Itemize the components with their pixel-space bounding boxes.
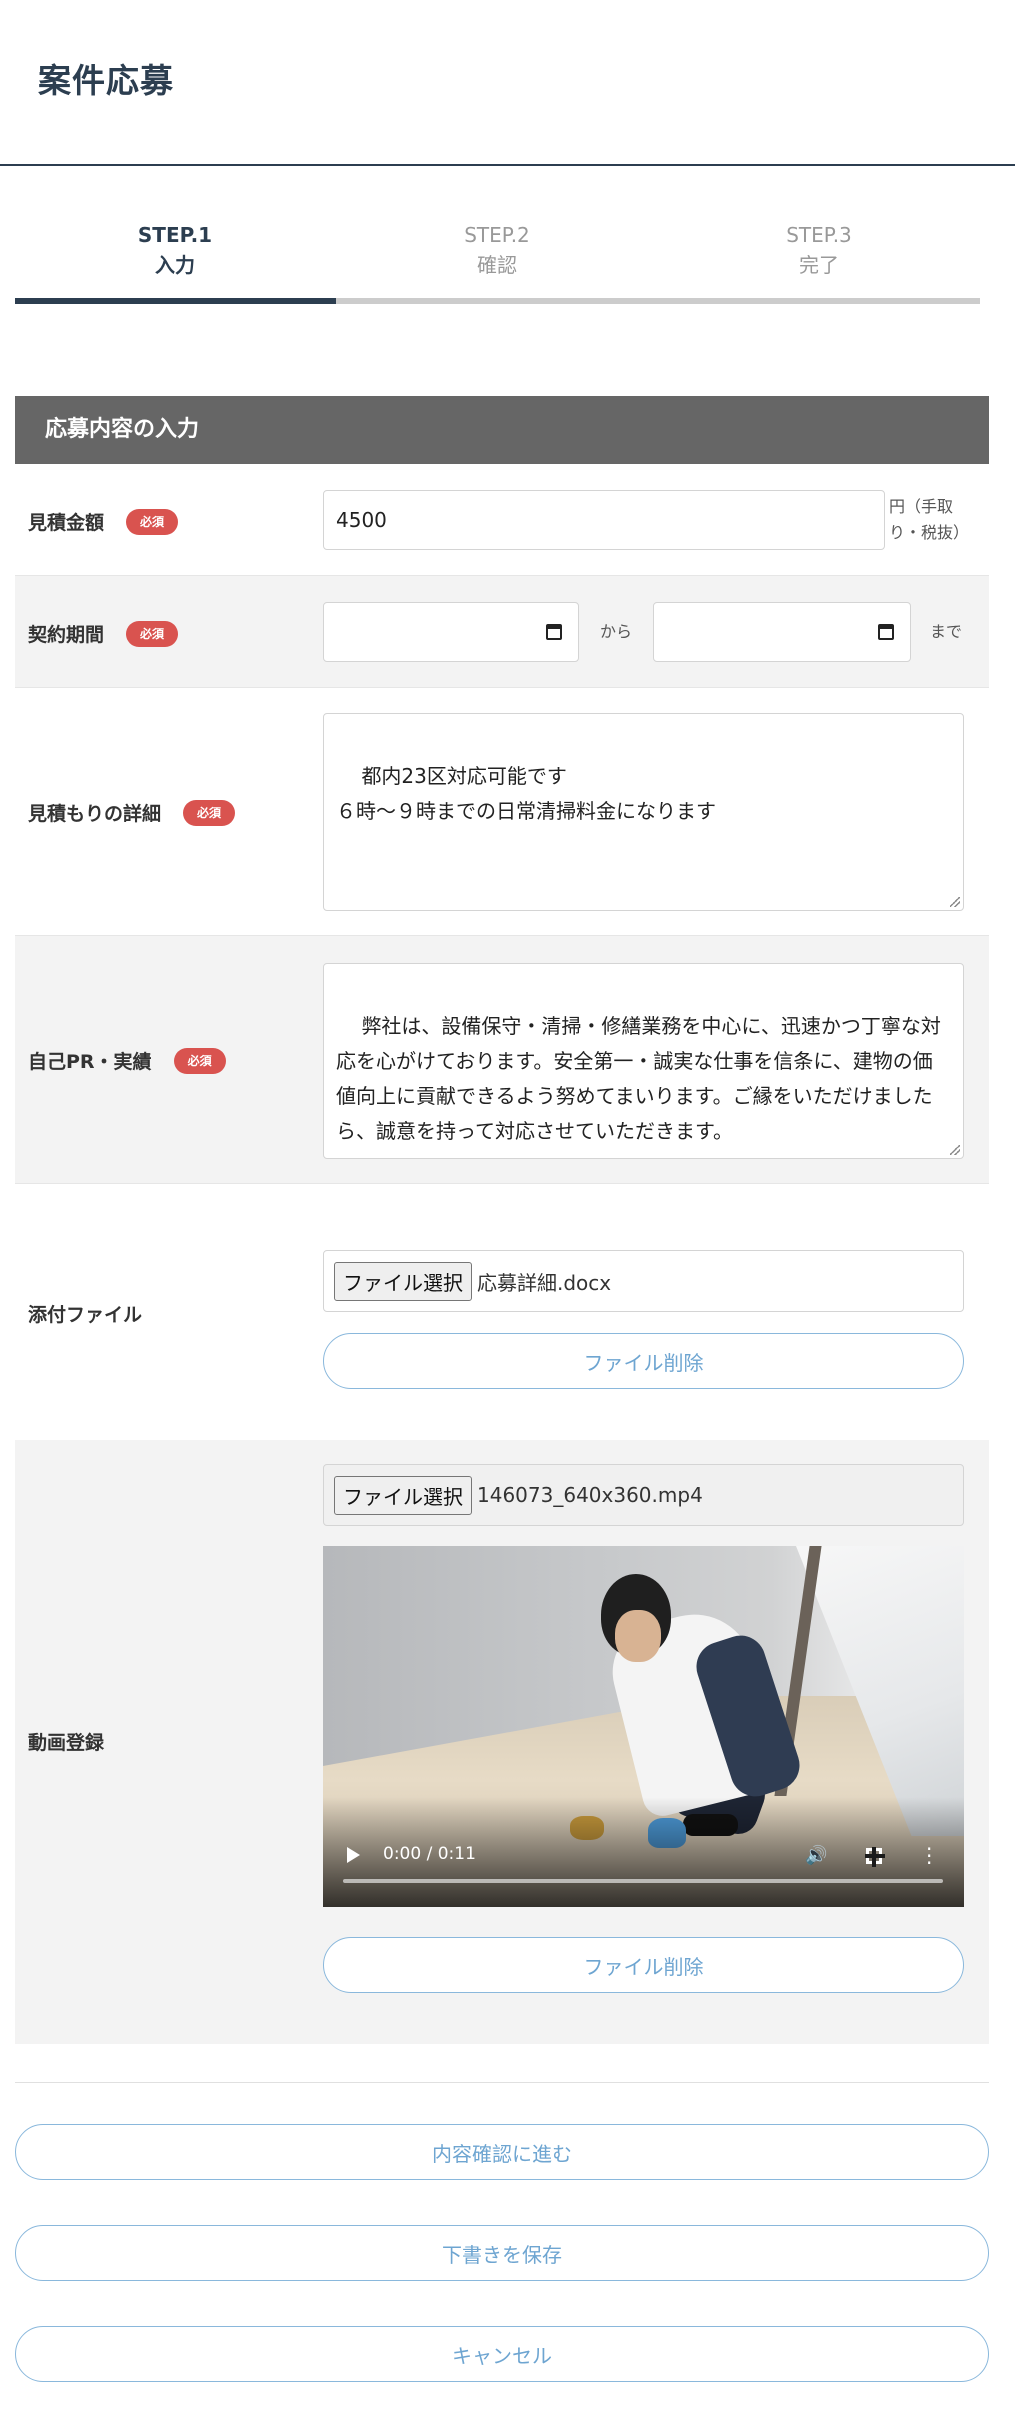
video-person-face [615, 1610, 661, 1662]
attachment-file-input[interactable]: ファイル選択 応募詳細.docx [323, 1250, 964, 1312]
fullscreen-icon[interactable] [865, 1847, 885, 1867]
pr-text: 弊社は、設備保守・清掃・修繕業務を中心に、迅速かつ丁寧な対応を心がけております。… [336, 1014, 941, 1143]
step-2-label: 確認 [477, 253, 517, 277]
attachment-label-wrap: 添付ファイル [28, 1300, 142, 1327]
page-header: 案件応募 [0, 0, 1015, 166]
attachment-file-name: 応募詳細.docx [477, 1270, 612, 1295]
resize-handle-icon[interactable] [950, 1145, 960, 1155]
required-badge: 必須 [126, 508, 179, 535]
period-label: 契約期間 [28, 624, 105, 646]
confirm-button[interactable]: 内容確認に進む [15, 2124, 989, 2180]
step-progress-track [15, 298, 980, 304]
period-to-text: まで [930, 622, 963, 641]
attachment-row: 添付ファイル ファイル選択 応募詳細.docx ファイル削除 [15, 1184, 989, 1440]
details-label: 見積もりの詳細 [28, 803, 162, 825]
details-text: 都内23区対応可能です ６時〜９時までの日常清掃料金になります [336, 764, 716, 823]
step-1: STEP.1 入力 [15, 220, 335, 280]
period-from-text: から [600, 622, 633, 641]
step-progress-fill [15, 298, 337, 304]
attachment-choose-button[interactable]: ファイル選択 [334, 1261, 472, 1301]
volume-icon[interactable]: 🔊 [805, 1846, 827, 1866]
video-player[interactable]: 0:00 / 0:11 🔊 · · · [323, 1546, 964, 1907]
video-time: 0:00 / 0:11 [383, 1844, 476, 1864]
video-file-name: 146073_640x360.mp4 [477, 1483, 703, 1507]
step-1-label: 入力 [155, 253, 195, 277]
required-badge: 必須 [183, 799, 236, 826]
save-draft-button[interactable]: 下書きを保存 [15, 2225, 989, 2281]
video-file-input[interactable]: ファイル選択 146073_640x360.mp4 [323, 1464, 964, 1526]
required-badge: 必須 [173, 1047, 226, 1074]
estimate-row: 見積金額 必須 4500 円（手取り・税抜） [15, 464, 989, 576]
page-title: 案件応募 [38, 61, 174, 100]
video-label: 動画登録 [28, 1732, 105, 1754]
period-row: 契約期間 必須 から まで [15, 576, 989, 688]
pr-textarea[interactable]: 弊社は、設備保守・清掃・修繕業務を中心に、迅速かつ丁寧な対応を心がけております。… [323, 963, 964, 1159]
estimate-input[interactable]: 4500 [323, 490, 885, 550]
divider [15, 2082, 989, 2083]
estimate-unit-note: 円（手取り・税抜） [889, 497, 970, 542]
video-delete-button[interactable]: ファイル削除 [323, 1937, 964, 1993]
step-2: STEP.2 確認 [337, 220, 657, 280]
video-choose-button[interactable]: ファイル選択 [334, 1475, 472, 1515]
video-seek-bar[interactable] [343, 1879, 943, 1883]
step-3: STEP.3 完了 [659, 220, 979, 280]
step-1-number: STEP.1 [137, 223, 213, 247]
attachment-delete-button[interactable]: ファイル削除 [323, 1333, 964, 1389]
step-indicator: STEP.1 入力 STEP.2 確認 STEP.3 完了 [15, 220, 980, 304]
step-2-number: STEP.2 [464, 223, 530, 247]
video-label-wrap: 動画登録 [28, 1728, 104, 1755]
section-title: 応募内容の入力 [15, 396, 989, 464]
step-3-label: 完了 [799, 253, 839, 277]
estimate-label-wrap: 見積金額 必須 [28, 508, 179, 535]
details-label-wrap: 見積もりの詳細 必須 [28, 799, 236, 826]
period-start-date-input[interactable] [323, 602, 579, 662]
play-icon[interactable] [347, 1847, 360, 1863]
calendar-icon[interactable] [878, 624, 894, 640]
attachment-label: 添付ファイル [28, 1304, 143, 1326]
period-label-wrap: 契約期間 必須 [28, 620, 179, 647]
period-end-date-input[interactable] [653, 602, 911, 662]
details-row: 見積もりの詳細 必須 都内23区対応可能です ６時〜９時までの日常清掃料金になり… [15, 688, 989, 936]
required-badge: 必須 [126, 620, 179, 647]
pr-row: 自己PR・実績 必須 弊社は、設備保守・清掃・修繕業務を中心に、迅速かつ丁寧な対… [15, 936, 989, 1184]
more-options-icon[interactable]: · · · [926, 1839, 932, 1873]
pr-label-wrap: 自己PR・実績 必須 [28, 1047, 226, 1074]
pr-label: 自己PR・実績 [28, 1051, 152, 1073]
calendar-icon[interactable] [546, 624, 562, 640]
resize-handle-icon[interactable] [950, 897, 960, 907]
cancel-button[interactable]: キャンセル [15, 2326, 989, 2382]
step-3-number: STEP.3 [786, 223, 852, 247]
estimate-label: 見積金額 [28, 512, 105, 534]
details-textarea[interactable]: 都内23区対応可能です ６時〜９時までの日常清掃料金になります [323, 713, 964, 911]
